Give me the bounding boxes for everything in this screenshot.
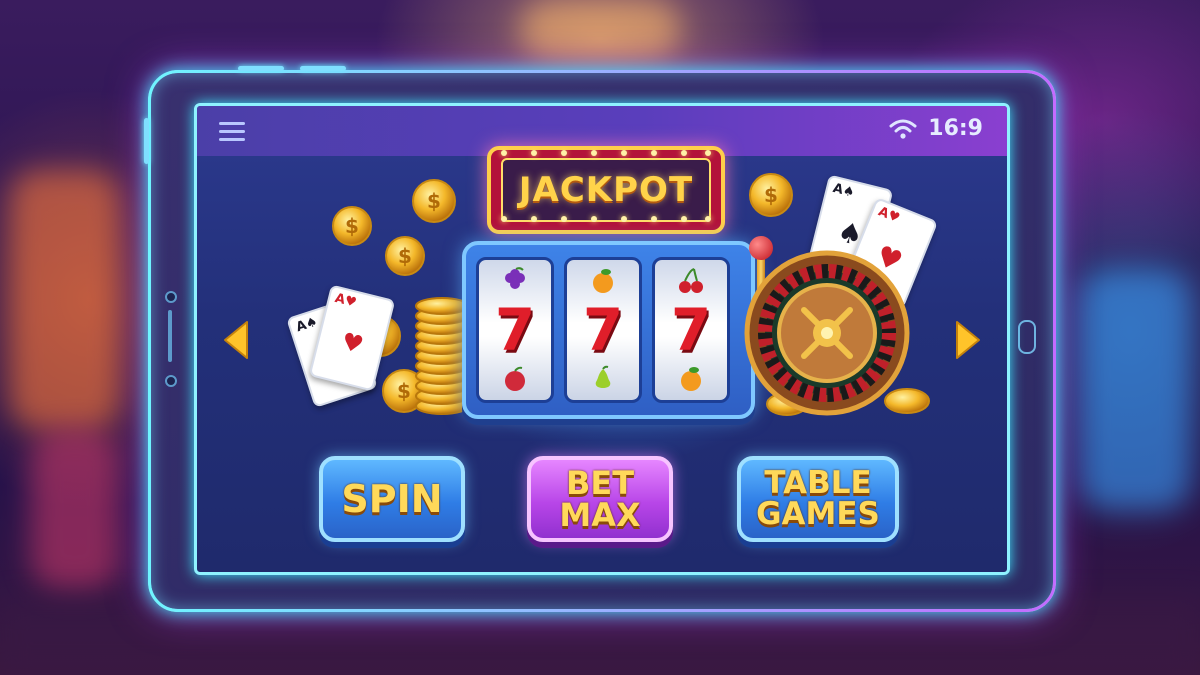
card-corner-label: A♥ [333,290,359,311]
tablet-side-button [144,118,149,164]
orange-icon [593,269,613,293]
svg-text:$: $ [397,379,411,403]
apple-icon [505,366,525,391]
roulette-wheel-icon [744,250,910,416]
heart-icon: ♥ [338,327,367,360]
cherries-icon [679,268,703,293]
spin-button[interactable]: SPIN [319,456,465,542]
chevron-right-icon[interactable] [951,320,983,360]
background-machine-left [10,170,120,430]
table-games-button[interactable]: TABLE GAMES [737,456,899,542]
grapes-icon [505,267,525,289]
jackpot-title: JACKPOT [518,170,694,210]
reel-1: 7 [476,257,554,403]
bet-max-button[interactable]: BET MAX [527,456,673,542]
background-machine-right [1080,270,1190,510]
card-corner-label: A♠ [294,314,320,336]
tablet-home-button[interactable] [1018,320,1036,354]
bet-max-button-label: BET MAX [559,464,641,534]
slot-machine: 7 7 7 [462,241,755,419]
reel-symbol-seven: 7 [582,296,624,364]
tablet-camera [165,291,177,303]
card-corner-label: A♥ [876,204,902,227]
pear-icon [595,365,611,388]
tablet-top-button [238,66,284,71]
svg-text:$: $ [398,244,412,268]
chevron-left-icon[interactable] [221,320,253,360]
svg-text:$: $ [345,214,359,238]
table-games-button-label: TABLE GAMES [756,465,880,532]
svg-text:$: $ [764,183,778,207]
reel-symbol-seven: 7 [494,296,536,364]
orange-icon [681,367,701,391]
coin-stack [415,297,469,415]
jackpot-sign: JACKPOT [487,146,725,234]
background-lamp [520,0,680,60]
svg-text:$: $ [427,189,441,213]
card-corner-label: A♠ [831,180,857,201]
game-screen: 16:9 $ $ $ $ $ $ A♠ [194,103,1010,575]
background-machine-left-lower [30,430,120,590]
spin-button-label: SPIN [341,477,443,521]
reel-3: 7 [652,257,730,403]
tablet-speaker [168,310,172,362]
tablet-top-button-2 [300,66,346,71]
reel-symbol-seven: 7 [670,296,712,364]
reel-2: 7 [564,257,642,403]
tablet-sensor [165,375,177,387]
